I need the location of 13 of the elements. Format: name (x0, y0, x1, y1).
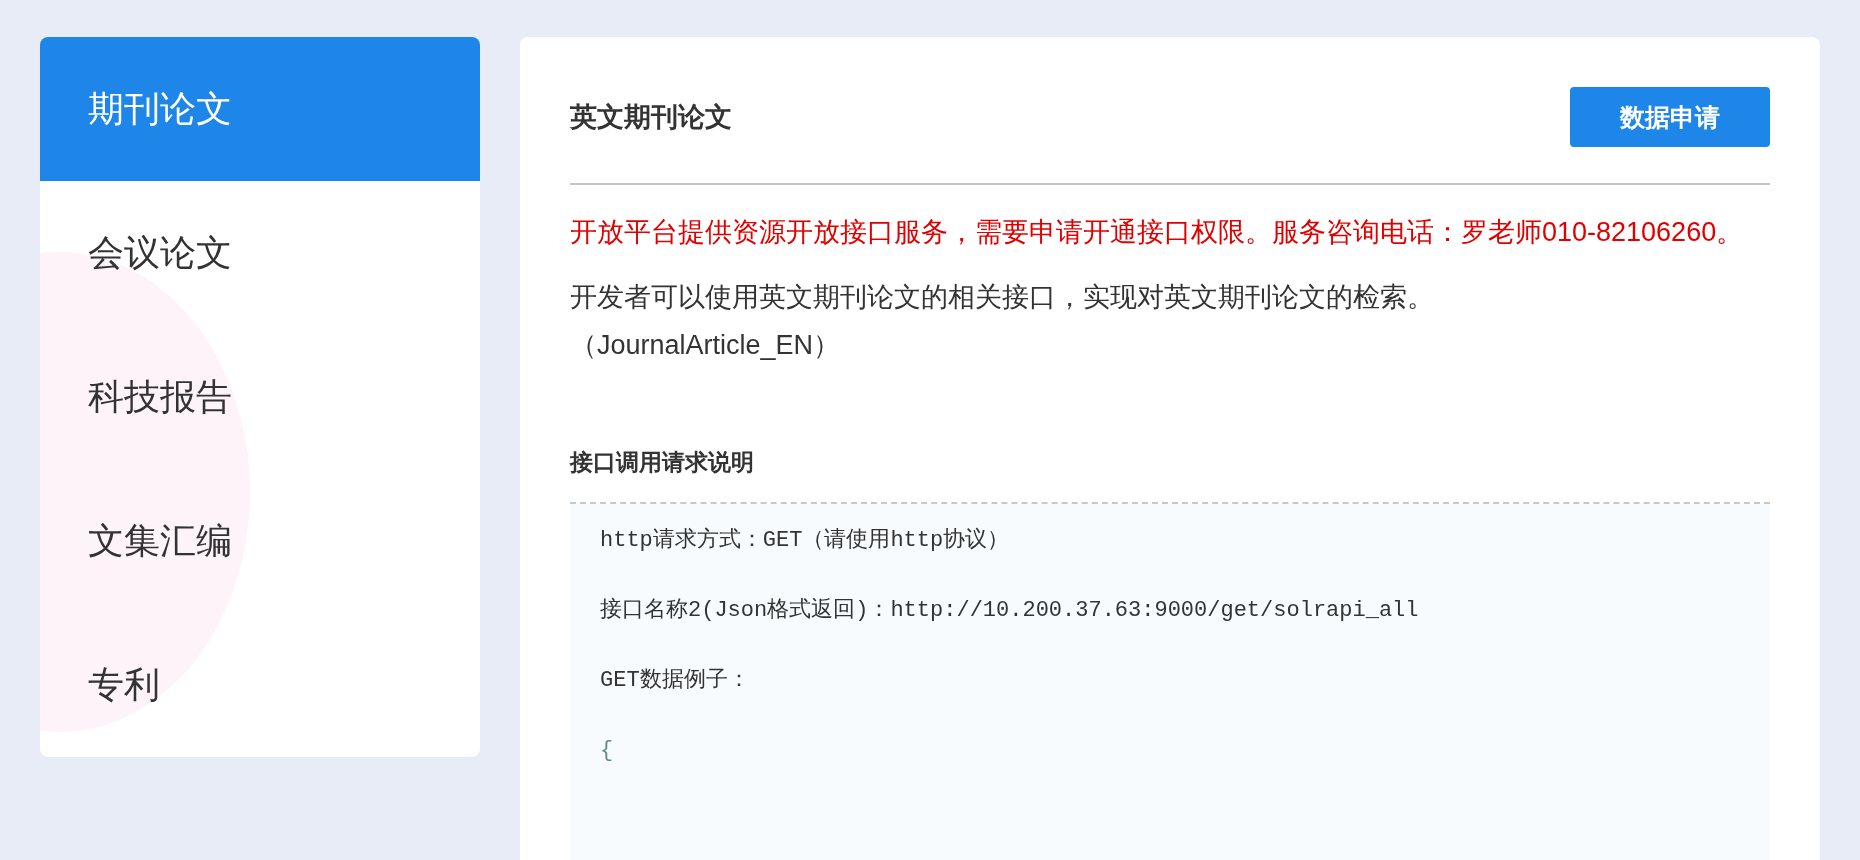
code-line: http请求方式：GET（请使用http协议） (600, 526, 1011, 555)
sidebar-item[interactable]: 会议论文 (40, 181, 480, 325)
code-line: GET数据例子： (600, 667, 751, 695)
sidebar-item[interactable]: 专利 (40, 613, 480, 757)
notice-text: 开放平台提供资源开放接口服务，需要申请开通接口权限。服务咨询电话：罗老师010-82106260。 (570, 216, 1745, 249)
description-text: 开发者可以使用英文期刊论文的相关接口，实现对英文期刊论文的检索。（JournalArticle_EN） (570, 281, 1435, 362)
apply-button[interactable]: 数据申请 (1570, 87, 1770, 147)
code-line: { (600, 737, 615, 765)
sidebar-item[interactable]: 期刊论文 (40, 37, 480, 181)
sidebar-item[interactable]: 文集汇编 (40, 469, 480, 613)
panel-title: 英文期刊论文 (570, 101, 732, 134)
sidebar-item[interactable]: 科技报告 (40, 325, 480, 469)
code-line: 接口名称2(Json格式返回)：http://10.200.37.63:9000/get/solrapi_all (600, 596, 1420, 625)
